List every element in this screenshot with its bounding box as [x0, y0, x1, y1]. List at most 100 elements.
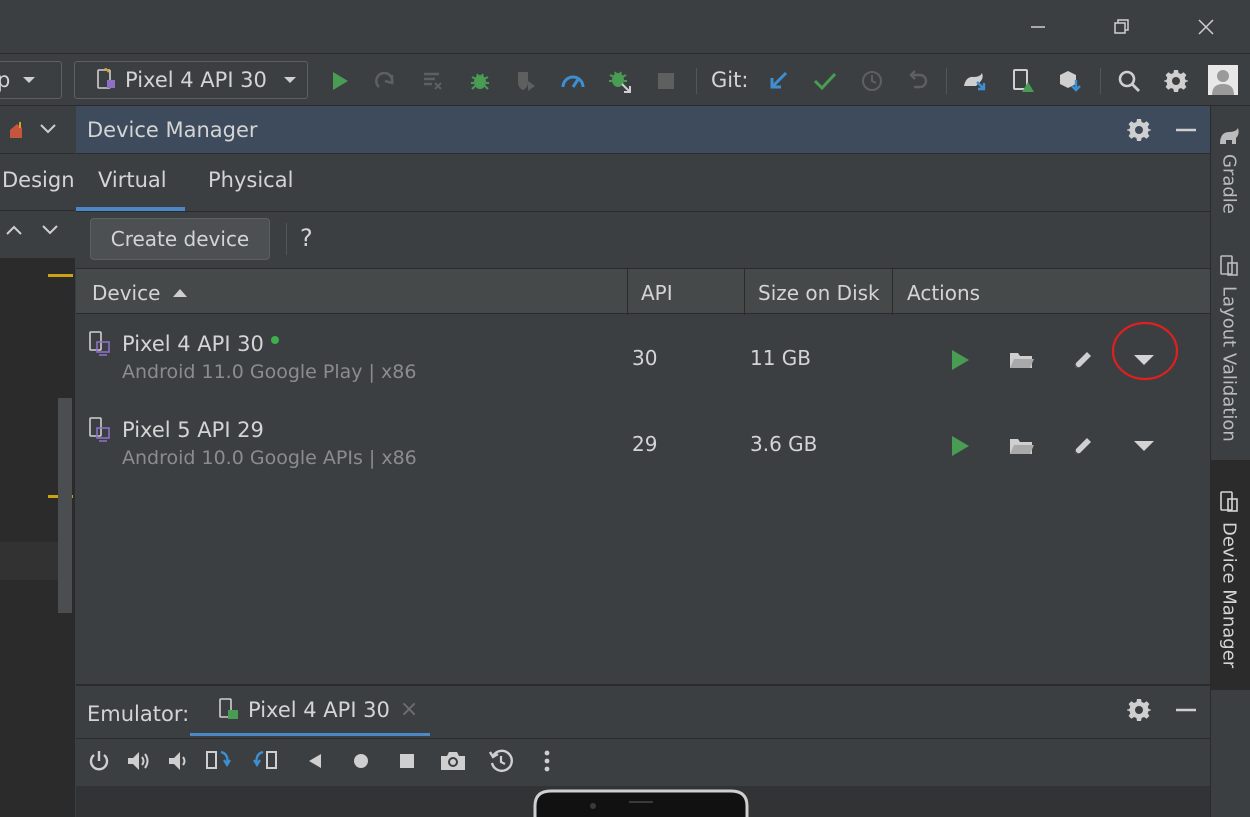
screenshot-button[interactable]	[438, 746, 468, 776]
tab-physical[interactable]: Physical	[208, 168, 293, 192]
back-button[interactable]	[300, 746, 330, 776]
table-row[interactable]: Pixel 5 API 29 Android 10.0 Google APIs …	[76, 402, 1210, 488]
run-icon	[333, 72, 348, 90]
apply-code-changes-button[interactable]	[417, 66, 449, 96]
chevron-down-icon[interactable]	[40, 124, 56, 134]
volume-up-button[interactable]	[124, 746, 154, 776]
folder-icon	[1010, 439, 1034, 454]
gradle-sync-icon	[964, 73, 986, 91]
chevron-down-icon	[23, 77, 36, 83]
edit-device-button[interactable]	[1065, 429, 1101, 463]
emulator-device-icon	[219, 697, 238, 719]
sdk-manager-button[interactable]	[1054, 66, 1086, 96]
table-row[interactable]: Pixel 4 API 30 Android 11.0 Google Play …	[76, 316, 1210, 402]
sidebar-item-device-manager[interactable]: Device Manager	[1218, 490, 1240, 668]
power-icon	[89, 751, 109, 771]
more-actions-button[interactable]	[1126, 429, 1162, 463]
more-options-button[interactable]	[532, 746, 562, 776]
column-header-api[interactable]: API	[641, 281, 673, 305]
panel-settings-button[interactable]	[1127, 118, 1153, 144]
help-button[interactable]: ?	[300, 224, 313, 252]
sidebar-item-layout-validation[interactable]: Layout Validation	[1218, 254, 1240, 442]
run-button[interactable]	[324, 66, 356, 96]
sync-gradle-button[interactable]	[960, 66, 992, 96]
sidebar-item-label: Gradle	[1218, 154, 1240, 214]
editor-strip: Design	[0, 106, 75, 817]
apply-code-icon	[424, 72, 442, 90]
account-button[interactable]	[1208, 65, 1238, 95]
sidebar-item-label: Layout Validation	[1218, 286, 1240, 442]
overview-button[interactable]	[392, 746, 422, 776]
run-config-combo[interactable]: p	[0, 61, 62, 99]
git-history-button[interactable]	[856, 66, 888, 96]
divider	[286, 223, 287, 255]
sidebar-item-gradle[interactable]: Gradle	[1218, 126, 1240, 214]
volume-down-button[interactable]	[164, 746, 194, 776]
coverage-button[interactable]	[510, 66, 542, 96]
volume-up-icon	[128, 752, 149, 770]
device-combo-label: Pixel 4 API 30	[125, 68, 267, 92]
title-bar	[0, 0, 1250, 54]
show-on-disk-button[interactable]	[1004, 429, 1040, 463]
tab-virtual[interactable]: Virtual	[98, 168, 167, 192]
show-on-disk-button[interactable]	[1004, 343, 1040, 377]
chevron-down-icon[interactable]	[42, 225, 58, 235]
emulator-settings-button[interactable]	[1127, 698, 1153, 724]
column-divider[interactable]	[892, 269, 893, 315]
divider	[76, 211, 1210, 212]
snapshot-button[interactable]	[486, 746, 516, 776]
back-triangle-icon	[309, 754, 321, 768]
git-update-button[interactable]	[762, 66, 794, 96]
chevron-down-icon	[1134, 441, 1154, 451]
pencil-icon	[1075, 352, 1091, 368]
apply-changes-button[interactable]	[370, 66, 402, 96]
power-button[interactable]	[84, 746, 114, 776]
close-tab-button[interactable]: ×	[400, 697, 418, 722]
panel-minimize-button[interactable]	[1175, 118, 1199, 144]
design-tab[interactable]: Design	[2, 168, 75, 192]
device-subtitle: Android 11.0 Google Play | x86	[122, 361, 417, 383]
rotate-right-button[interactable]	[252, 746, 282, 776]
column-divider[interactable]	[744, 269, 745, 315]
home-circle-icon	[354, 754, 368, 768]
restore-icon	[1114, 19, 1129, 34]
table-header: Device API Size on Disk Actions	[76, 268, 1210, 315]
edit-device-button[interactable]	[1065, 343, 1101, 377]
overview-square-icon	[400, 754, 414, 768]
attach-debugger-button[interactable]	[604, 66, 636, 96]
editor-scrollbar[interactable]	[58, 398, 72, 613]
git-commit-button[interactable]	[809, 66, 841, 96]
column-header-size[interactable]: Size on Disk	[758, 281, 880, 305]
emulator-tab[interactable]: Pixel 4 API 30 ×	[190, 686, 430, 736]
rotate-left-button[interactable]	[204, 746, 234, 776]
launch-device-button[interactable]	[942, 429, 978, 463]
restore-button[interactable]	[1100, 10, 1144, 44]
toolbar-separator	[946, 68, 947, 94]
chevron-up-icon[interactable]	[6, 225, 22, 235]
home-button[interactable]	[346, 746, 376, 776]
column-divider[interactable]	[627, 269, 628, 315]
settings-button[interactable]	[1160, 66, 1192, 96]
profile-button[interactable]	[557, 66, 589, 96]
rotate-right-icon	[253, 750, 277, 769]
column-header-actions[interactable]: Actions	[907, 281, 980, 305]
column-header-device[interactable]: Device	[92, 281, 188, 305]
create-device-button[interactable]: Create device	[90, 218, 270, 260]
debug-button[interactable]	[464, 66, 496, 96]
checkmark-icon	[813, 72, 837, 91]
stop-button[interactable]	[650, 66, 682, 96]
emulator-minimize-button[interactable]	[1175, 698, 1199, 724]
launch-device-button[interactable]	[942, 343, 978, 377]
avd-manager-button[interactable]	[1007, 66, 1039, 96]
search-button[interactable]	[1113, 66, 1145, 96]
minimize-button[interactable]	[1016, 10, 1060, 44]
minimize-icon	[1031, 26, 1045, 28]
current-line-highlight	[0, 542, 58, 580]
run-icon	[952, 436, 969, 456]
toolbar-separator	[696, 68, 697, 94]
device-combo[interactable]: Pixel 4 API 30	[74, 61, 308, 99]
close-window-button[interactable]	[1184, 10, 1228, 44]
git-rollback-button[interactable]	[902, 66, 934, 96]
layout-validation-icon	[1220, 255, 1238, 276]
design-tab-area: Design	[0, 154, 75, 210]
